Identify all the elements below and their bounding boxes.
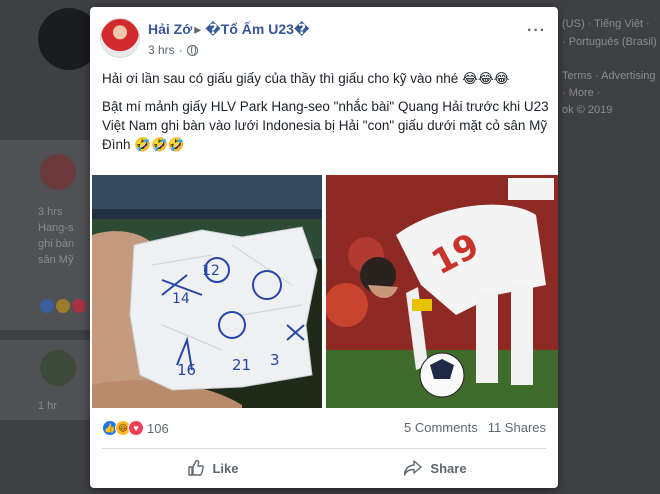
- post-header: Hải Zớ ▸ �Tổ Ấm U23� 3 hrs · ···: [100, 18, 548, 62]
- background-reactions: [40, 299, 86, 313]
- post-card: Hải Zớ ▸ �Tổ Ấm U23� 3 hrs · ··· Hải ơi lầ…: [90, 7, 558, 488]
- meta-separator: ·: [178, 43, 183, 57]
- like-button[interactable]: Like: [102, 453, 324, 483]
- photo-player[interactable]: 19: [326, 175, 558, 408]
- reaction-icons: 👍 😆 ♥: [102, 420, 144, 436]
- paper-mark: 14: [172, 291, 190, 307]
- divider: [102, 448, 546, 449]
- post-actions: Like Share: [102, 453, 546, 483]
- background-footer-link: · More ·: [562, 87, 601, 99]
- watermark-box: [508, 178, 554, 200]
- background-footer-link: ok © 2019: [562, 104, 613, 116]
- share-button[interactable]: Share: [324, 453, 546, 483]
- background-post-card: 1 hr: [0, 340, 92, 420]
- post-time[interactable]: 3 hrs: [148, 43, 175, 57]
- like-label: Like: [212, 460, 239, 476]
- post-text: Hải ơi lần sau có giấu giấy của thầy thì…: [102, 69, 550, 163]
- comments-count[interactable]: 5 Comments: [404, 420, 478, 435]
- post-text-line: Bật mí mảnh giấy HLV Park Hang-seo "nhắc…: [102, 99, 549, 152]
- background-post-avatar: [40, 154, 76, 190]
- background-post-line: sân Mỹ: [38, 254, 74, 266]
- more-options-icon[interactable]: ···: [527, 22, 546, 40]
- globe-icon: [186, 44, 198, 56]
- photo-paper-note[interactable]: 12 14 16 21 3: [92, 175, 322, 408]
- post-author-line: Hải Zớ ▸ �Tổ Ấm U23�: [148, 21, 310, 38]
- reaction-summary[interactable]: 👍 😆 ♥ 106: [102, 420, 169, 436]
- background-post-avatar: [40, 350, 76, 386]
- love-reaction-icon: ♥: [128, 420, 144, 436]
- reaction-count: 106: [147, 420, 169, 436]
- background-post-line: Hang-s: [38, 222, 74, 234]
- author-avatar[interactable]: [100, 18, 140, 58]
- background-footer-link: · Português (Brasil): [562, 36, 657, 48]
- background-post-time: 1 hr: [38, 400, 57, 412]
- background-footer-link: (US) · Tiếng Việt ·: [562, 18, 650, 30]
- paper-mark: 3: [270, 351, 280, 369]
- paper-mark: 12: [202, 263, 220, 279]
- paper-mark: 16: [177, 361, 196, 379]
- arrow-right-icon: ▸: [194, 21, 202, 37]
- background-post-time: 3 hrs: [38, 206, 63, 218]
- share-label: Share: [430, 460, 467, 476]
- shares-count[interactable]: 11 Shares: [488, 420, 546, 435]
- paper-mark: 21: [232, 356, 251, 374]
- share-arrow-icon: [403, 459, 423, 477]
- thumbs-up-icon: [187, 459, 205, 477]
- background-footer-link: Terms · Advertising: [562, 70, 656, 82]
- post-meta: 3 hrs ·: [148, 43, 198, 57]
- post-text-line: Hải ơi lần sau có giấu giấy của thầy thì…: [102, 71, 510, 86]
- author-name[interactable]: Hải Zớ: [148, 21, 192, 37]
- post-stats: 5 Comments 11 Shares: [404, 420, 546, 435]
- post-photos: 12 14 16 21 3 19: [90, 175, 558, 415]
- page-name[interactable]: �Tổ Ấm U23�: [205, 21, 309, 37]
- background-post-line: ghi bàn: [38, 238, 75, 250]
